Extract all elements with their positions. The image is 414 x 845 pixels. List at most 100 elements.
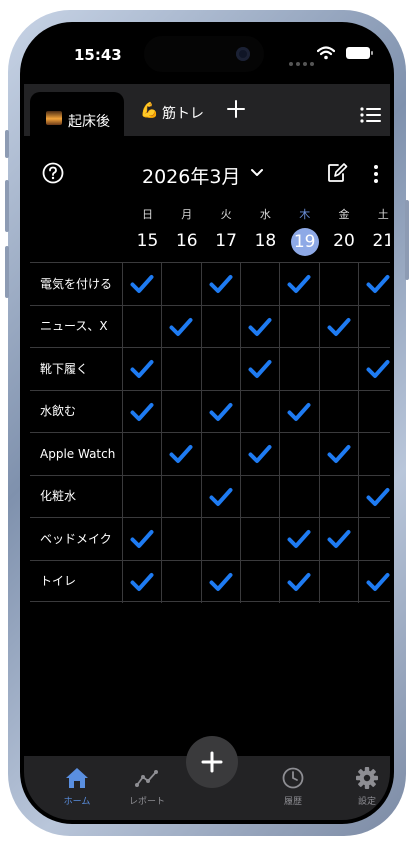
date-label[interactable]: 20: [325, 228, 364, 254]
nav-report[interactable]: レポート: [117, 766, 177, 807]
habit-cell[interactable]: [357, 433, 390, 475]
habit-cell[interactable]: [318, 390, 358, 433]
habit-cell[interactable]: [122, 518, 161, 560]
habit-cell[interactable]: [239, 348, 279, 390]
habit-cell[interactable]: [357, 305, 390, 348]
habit-cell[interactable]: [357, 348, 390, 390]
edit-icon[interactable]: [326, 162, 348, 184]
habit-name[interactable]: Apple Watch: [40, 433, 126, 475]
habit-name[interactable]: 化粧水: [40, 476, 126, 518]
habit-cell[interactable]: [318, 263, 358, 305]
habit-cell[interactable]: [200, 305, 240, 348]
nav-report-label: レポート: [128, 797, 165, 807]
habit-cell[interactable]: [122, 560, 161, 603]
habit-name[interactable]: 水飲む: [40, 391, 126, 433]
habit-cell[interactable]: [279, 348, 318, 390]
habit-cell[interactable]: [161, 348, 200, 390]
date-label[interactable]: 17: [207, 228, 246, 254]
habit-cell[interactable]: [122, 263, 161, 305]
habit-cell[interactable]: [161, 433, 200, 475]
habit-cell[interactable]: [122, 305, 161, 348]
habit-cell[interactable]: [357, 560, 390, 603]
clock-icon: [282, 767, 304, 789]
habit-cell[interactable]: [279, 475, 318, 518]
habit-cell[interactable]: [318, 348, 358, 390]
habit-name[interactable]: ニュース、X: [40, 306, 126, 348]
checkmark-icon: [248, 317, 272, 336]
date-label[interactable]: 15: [128, 228, 167, 254]
habit-cell[interactable]: [279, 263, 318, 305]
habit-cell[interactable]: [318, 475, 358, 518]
habit-cell[interactable]: [200, 390, 240, 433]
habit-cell[interactable]: [200, 560, 240, 603]
checkmark-icon: [327, 530, 351, 548]
date-label[interactable]: 18: [246, 228, 285, 254]
chevron-down-icon[interactable]: [250, 168, 264, 178]
date-label[interactable]: 21: [364, 228, 390, 254]
habit-cell[interactable]: [279, 305, 318, 348]
add-tab-button[interactable]: [226, 94, 246, 126]
add-habit-button[interactable]: [186, 736, 238, 788]
checkmark-icon: [209, 572, 233, 591]
date-number: 18: [254, 231, 277, 251]
habit-cell[interactable]: [357, 263, 390, 305]
habit-cell[interactable]: [318, 305, 358, 348]
habit-cell[interactable]: [279, 518, 318, 560]
habit-cell[interactable]: [357, 475, 390, 518]
habit-cell[interactable]: [122, 433, 161, 475]
habit-cell[interactable]: [318, 560, 358, 603]
habit-cell[interactable]: [200, 475, 240, 518]
habit-cell[interactable]: [239, 390, 279, 433]
habit-cell[interactable]: [200, 348, 240, 390]
habit-cell[interactable]: [318, 518, 358, 560]
date-label[interactable]: 16: [167, 228, 206, 254]
checkmark-icon: [248, 445, 272, 463]
habit-cell[interactable]: [239, 433, 279, 475]
checkmark-icon: [287, 275, 311, 293]
habit-cell[interactable]: [161, 305, 200, 348]
month-title[interactable]: 2026年3月: [142, 162, 240, 189]
habit-cell[interactable]: [239, 475, 279, 518]
habit-cell[interactable]: [161, 475, 200, 518]
habit-name[interactable]: ベッドメイク: [40, 518, 126, 560]
habit-cell[interactable]: [279, 433, 318, 475]
habit-cell[interactable]: [239, 560, 279, 603]
habit-cell[interactable]: [279, 560, 318, 603]
wifi-icon: [317, 46, 335, 60]
habit-cell[interactable]: [161, 560, 200, 603]
nav-history-label: 履歴: [283, 797, 302, 807]
habit-cell[interactable]: [161, 263, 200, 305]
weekday-label: 日: [142, 208, 153, 221]
nav-settings[interactable]: 設定: [337, 766, 390, 807]
nav-home[interactable]: ホーム: [47, 766, 107, 807]
habit-cell[interactable]: [161, 390, 200, 433]
habit-name[interactable]: トイレ: [40, 561, 126, 603]
habit-cell[interactable]: [122, 475, 161, 518]
nav-settings-label: 設定: [357, 797, 376, 807]
habit-cell[interactable]: [239, 305, 279, 348]
habit-name[interactable]: 靴下履く: [40, 348, 126, 390]
nav-home-label: ホーム: [63, 797, 91, 807]
habit-cell[interactable]: [200, 518, 240, 560]
habit-name[interactable]: 電気を付ける: [40, 263, 126, 305]
habit-cell[interactable]: [239, 518, 279, 560]
tab-wake-up[interactable]: 起床後: [30, 92, 124, 138]
habit-cell[interactable]: [122, 348, 161, 390]
habit-cell[interactable]: [200, 433, 240, 475]
date-today[interactable]: 19: [285, 228, 324, 256]
more-vertical-icon[interactable]: [372, 164, 380, 184]
help-icon[interactable]: [42, 162, 64, 184]
nav-history[interactable]: 履歴: [263, 766, 323, 807]
habit-cell[interactable]: [279, 390, 318, 433]
habit-cell[interactable]: [357, 390, 390, 433]
habit-cell[interactable]: [161, 518, 200, 560]
habit-cell[interactable]: [239, 263, 279, 305]
habit-cell[interactable]: [200, 263, 240, 305]
tab-workout[interactable]: 💪 筋トレ: [140, 84, 230, 136]
habit-cell[interactable]: [122, 390, 161, 433]
checkmark-icon: [209, 487, 233, 506]
list-icon[interactable]: [360, 106, 382, 124]
checkmark-icon: [130, 572, 154, 591]
habit-cell[interactable]: [318, 433, 358, 475]
habit-cell[interactable]: [357, 518, 390, 560]
